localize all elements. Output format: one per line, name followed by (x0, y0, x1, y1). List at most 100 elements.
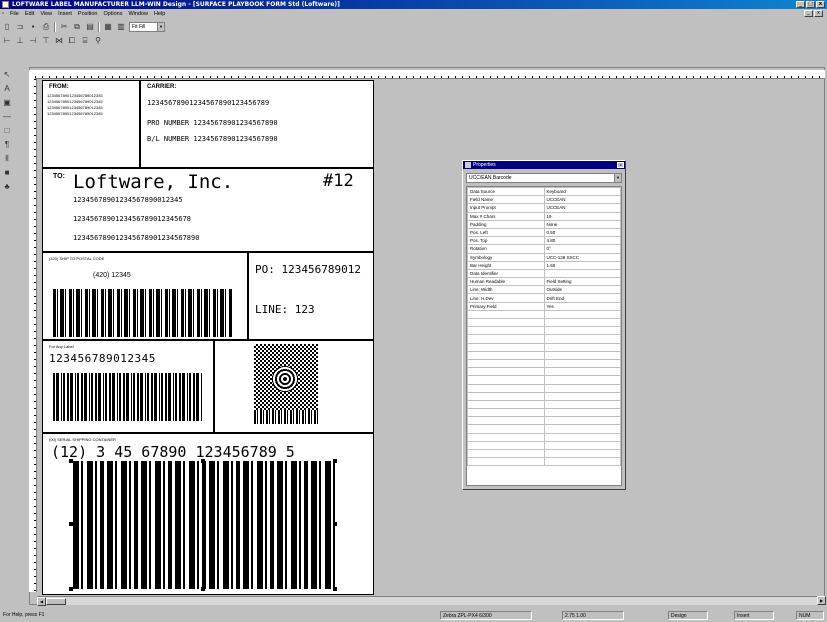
menu-help[interactable]: Help (154, 11, 165, 17)
property-value[interactable]: UCCEAN (543, 195, 621, 205)
property-row[interactable] (467, 317, 621, 328)
property-value[interactable]: Keyboard (543, 186, 621, 197)
property-row[interactable]: Field Name UCCEAN (467, 195, 621, 205)
mdi-close-button[interactable]: x (814, 10, 823, 17)
property-row[interactable]: Line: Width Outside (467, 285, 621, 295)
property-row[interactable] (467, 448, 621, 459)
to-heading[interactable]: TO: (53, 173, 65, 180)
forany-value[interactable]: 123456789012345 (49, 352, 156, 365)
property-value[interactable] (543, 350, 621, 360)
pointer-icon[interactable]: ⚲ (93, 36, 103, 46)
property-row[interactable] (467, 416, 621, 426)
property-value[interactable] (543, 416, 621, 426)
property-row[interactable] (467, 342, 621, 352)
property-row[interactable] (467, 334, 621, 344)
fill-tool-icon[interactable]: ■ (2, 168, 12, 178)
property-value[interactable] (543, 399, 621, 410)
menu-options[interactable]: Options (103, 11, 122, 17)
close-button[interactable]: x (816, 1, 825, 8)
property-row[interactable]: Human Readable Field Setting (467, 277, 621, 287)
menu-view[interactable]: View (40, 11, 52, 17)
scroll-thumb[interactable] (46, 598, 66, 605)
zoom-select[interactable]: Fit Fill ▼ (129, 21, 165, 32)
scroll-left-icon[interactable]: ◀ (37, 597, 46, 606)
from-line[interactable]: 1234567890123456789012345 (47, 93, 103, 98)
sscc-value[interactable]: (12) 3 45 67890 123456789 5 (51, 443, 295, 461)
object-select[interactable]: UCC/EAN Barcode ▼ (466, 173, 622, 183)
bl-number[interactable]: B/L NUMBER 12345678901234567890 (147, 135, 278, 143)
selection-handle[interactable] (201, 459, 205, 463)
property-row[interactable]: Padding None (467, 219, 621, 229)
new-file-icon[interactable]: ▯ (2, 22, 12, 32)
align-top-icon[interactable]: ⊤ (41, 36, 51, 46)
property-value[interactable] (543, 457, 621, 467)
property-row[interactable] (467, 399, 621, 410)
to-line[interactable]: 12345678901234567890012345 (73, 196, 183, 204)
property-row[interactable]: Pos. Left 0.50 (467, 227, 621, 238)
selection-handle[interactable] (69, 459, 73, 463)
group-icon[interactable]: ⌸ (80, 36, 90, 46)
menu-insert[interactable]: Insert (58, 11, 72, 17)
select-arrow-icon[interactable]: ↖ (2, 70, 12, 80)
property-value[interactable] (543, 367, 621, 377)
to-line[interactable]: 123456789012345678901234567890 (73, 234, 199, 242)
same-size-icon[interactable]: ⧠ (67, 36, 77, 46)
property-row[interactable] (467, 358, 621, 369)
image-tool-icon[interactable]: ▣ (2, 98, 12, 108)
property-row[interactable]: Symbology UCC-128 SSCC (467, 252, 621, 262)
property-value[interactable]: UCC-128 SSCC (543, 252, 621, 262)
postal-value[interactable]: (420) 12345 (93, 272, 131, 279)
menu-position[interactable]: Position (78, 11, 98, 17)
property-row[interactable] (467, 326, 621, 336)
line-tool-icon[interactable]: — (2, 112, 12, 122)
to-company[interactable]: Loftware, Inc. (73, 171, 233, 193)
menu-window[interactable]: Window (128, 11, 148, 17)
from-line[interactable]: 1234567890123456789012345 (47, 99, 103, 104)
divider-line[interactable] (247, 251, 249, 339)
to-line[interactable]: 1234567890123456789012345678 (73, 215, 191, 223)
from-line[interactable]: 1234567890123456789012345 (47, 105, 103, 110)
align-center-icon[interactable]: ⊥ (15, 36, 25, 46)
property-row[interactable] (467, 408, 621, 418)
maximize-button[interactable]: □ (806, 1, 815, 8)
to-number[interactable]: #12 (323, 171, 354, 191)
sscc-barcode[interactable] (73, 461, 335, 589)
property-row[interactable]: Input Prompt UCCEAN (467, 203, 621, 213)
selection-handle[interactable] (69, 587, 73, 591)
property-row[interactable] (467, 309, 621, 320)
property-value[interactable]: 0.50 (543, 227, 621, 238)
barcode-tool-icon[interactable]: ⦀ (2, 154, 12, 164)
from-heading[interactable]: FROM: (49, 84, 69, 90)
property-row[interactable]: Line: H.Dev Drift End (467, 293, 621, 303)
property-value[interactable]: Yes (543, 301, 621, 311)
grid-icon[interactable]: ▦ (103, 22, 113, 32)
divider-line[interactable] (43, 167, 373, 169)
property-value[interactable] (543, 342, 621, 352)
menu-file[interactable]: File (10, 11, 19, 17)
property-row[interactable]: Data Identifier (467, 268, 621, 279)
property-value[interactable] (543, 334, 621, 344)
property-value[interactable]: UCCEAN (543, 203, 621, 213)
divider-line[interactable] (43, 339, 373, 341)
forany-caption[interactable]: For Any Label (49, 344, 74, 349)
postal-caption[interactable]: (420) SHIP TO POSTAL CODE (49, 256, 104, 261)
save-icon[interactable]: ▪ (28, 22, 38, 32)
close-icon[interactable]: x (617, 162, 624, 168)
copy-icon[interactable]: ⧉ (72, 22, 82, 32)
selection-handle[interactable] (201, 587, 205, 591)
doc-icon[interactable]: ▫ (2, 11, 4, 17)
minimize-button[interactable]: _ (796, 1, 805, 8)
properties-title-bar[interactable]: Properties x (463, 161, 625, 169)
property-value[interactable]: None (543, 219, 621, 229)
property-row[interactable] (467, 350, 621, 360)
property-row[interactable] (467, 440, 621, 451)
po-value[interactable]: PO: 123456789012 (255, 263, 361, 276)
property-row[interactable]: Rotation 0° (467, 244, 621, 254)
property-row[interactable] (467, 375, 621, 385)
property-value[interactable]: 19 (543, 211, 621, 221)
menu-edit[interactable]: Edit (25, 11, 34, 17)
divider-line[interactable] (43, 432, 373, 434)
divider-line[interactable] (213, 339, 215, 433)
property-value[interactable] (543, 432, 621, 442)
from-line[interactable]: 1234567890123456789012345 (47, 111, 103, 116)
